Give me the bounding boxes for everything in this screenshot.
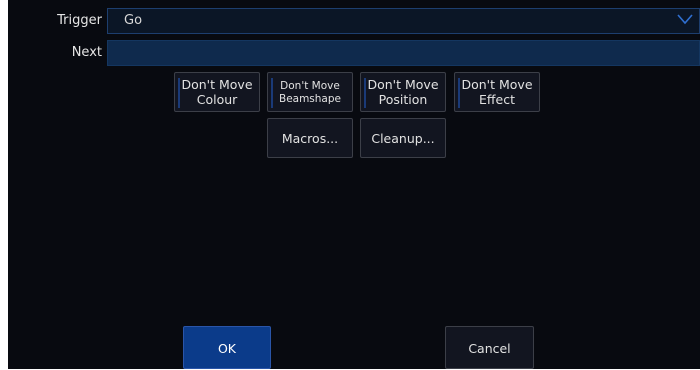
cancel-button[interactable]: Cancel: [445, 326, 534, 369]
next-field[interactable]: [107, 40, 700, 66]
toggle-line2: Beamshape: [278, 93, 341, 105]
toggle-line2: Position: [378, 92, 428, 107]
ok-button[interactable]: OK: [183, 326, 271, 369]
toggle-line1: Don't Move: [367, 77, 439, 92]
toggle-line1: Don't Move: [280, 80, 340, 92]
dont-move-effect-toggle[interactable]: Don't Move Effect: [454, 72, 540, 112]
toggle-indicator: [271, 78, 273, 108]
toggle-indicator: [364, 78, 366, 108]
cleanup-button[interactable]: Cleanup...: [360, 118, 446, 158]
next-label: Next: [71, 45, 102, 60]
toggle-indicator: [178, 78, 180, 108]
trigger-value: Go: [124, 13, 143, 28]
dialog-panel: Trigger Go Next Don't Move Colour Don't M…: [8, 0, 700, 369]
dont-move-beamshape-toggle[interactable]: Don't Move Beamshape: [267, 72, 353, 112]
toggle-line1: Don't Move: [181, 77, 253, 92]
trigger-label: Trigger: [57, 13, 102, 28]
macros-button[interactable]: Macros...: [267, 118, 353, 158]
toggle-line2: Colour: [196, 92, 238, 107]
toggle-line2: Effect: [479, 92, 515, 107]
toggle-indicator: [458, 78, 460, 108]
dont-move-position-toggle[interactable]: Don't Move Position: [360, 72, 446, 112]
toggle-line1: Don't Move: [461, 77, 533, 92]
dont-move-colour-toggle[interactable]: Don't Move Colour: [174, 72, 260, 112]
trigger-dropdown[interactable]: Go: [107, 8, 700, 34]
chevron-down-icon: [677, 14, 693, 25]
